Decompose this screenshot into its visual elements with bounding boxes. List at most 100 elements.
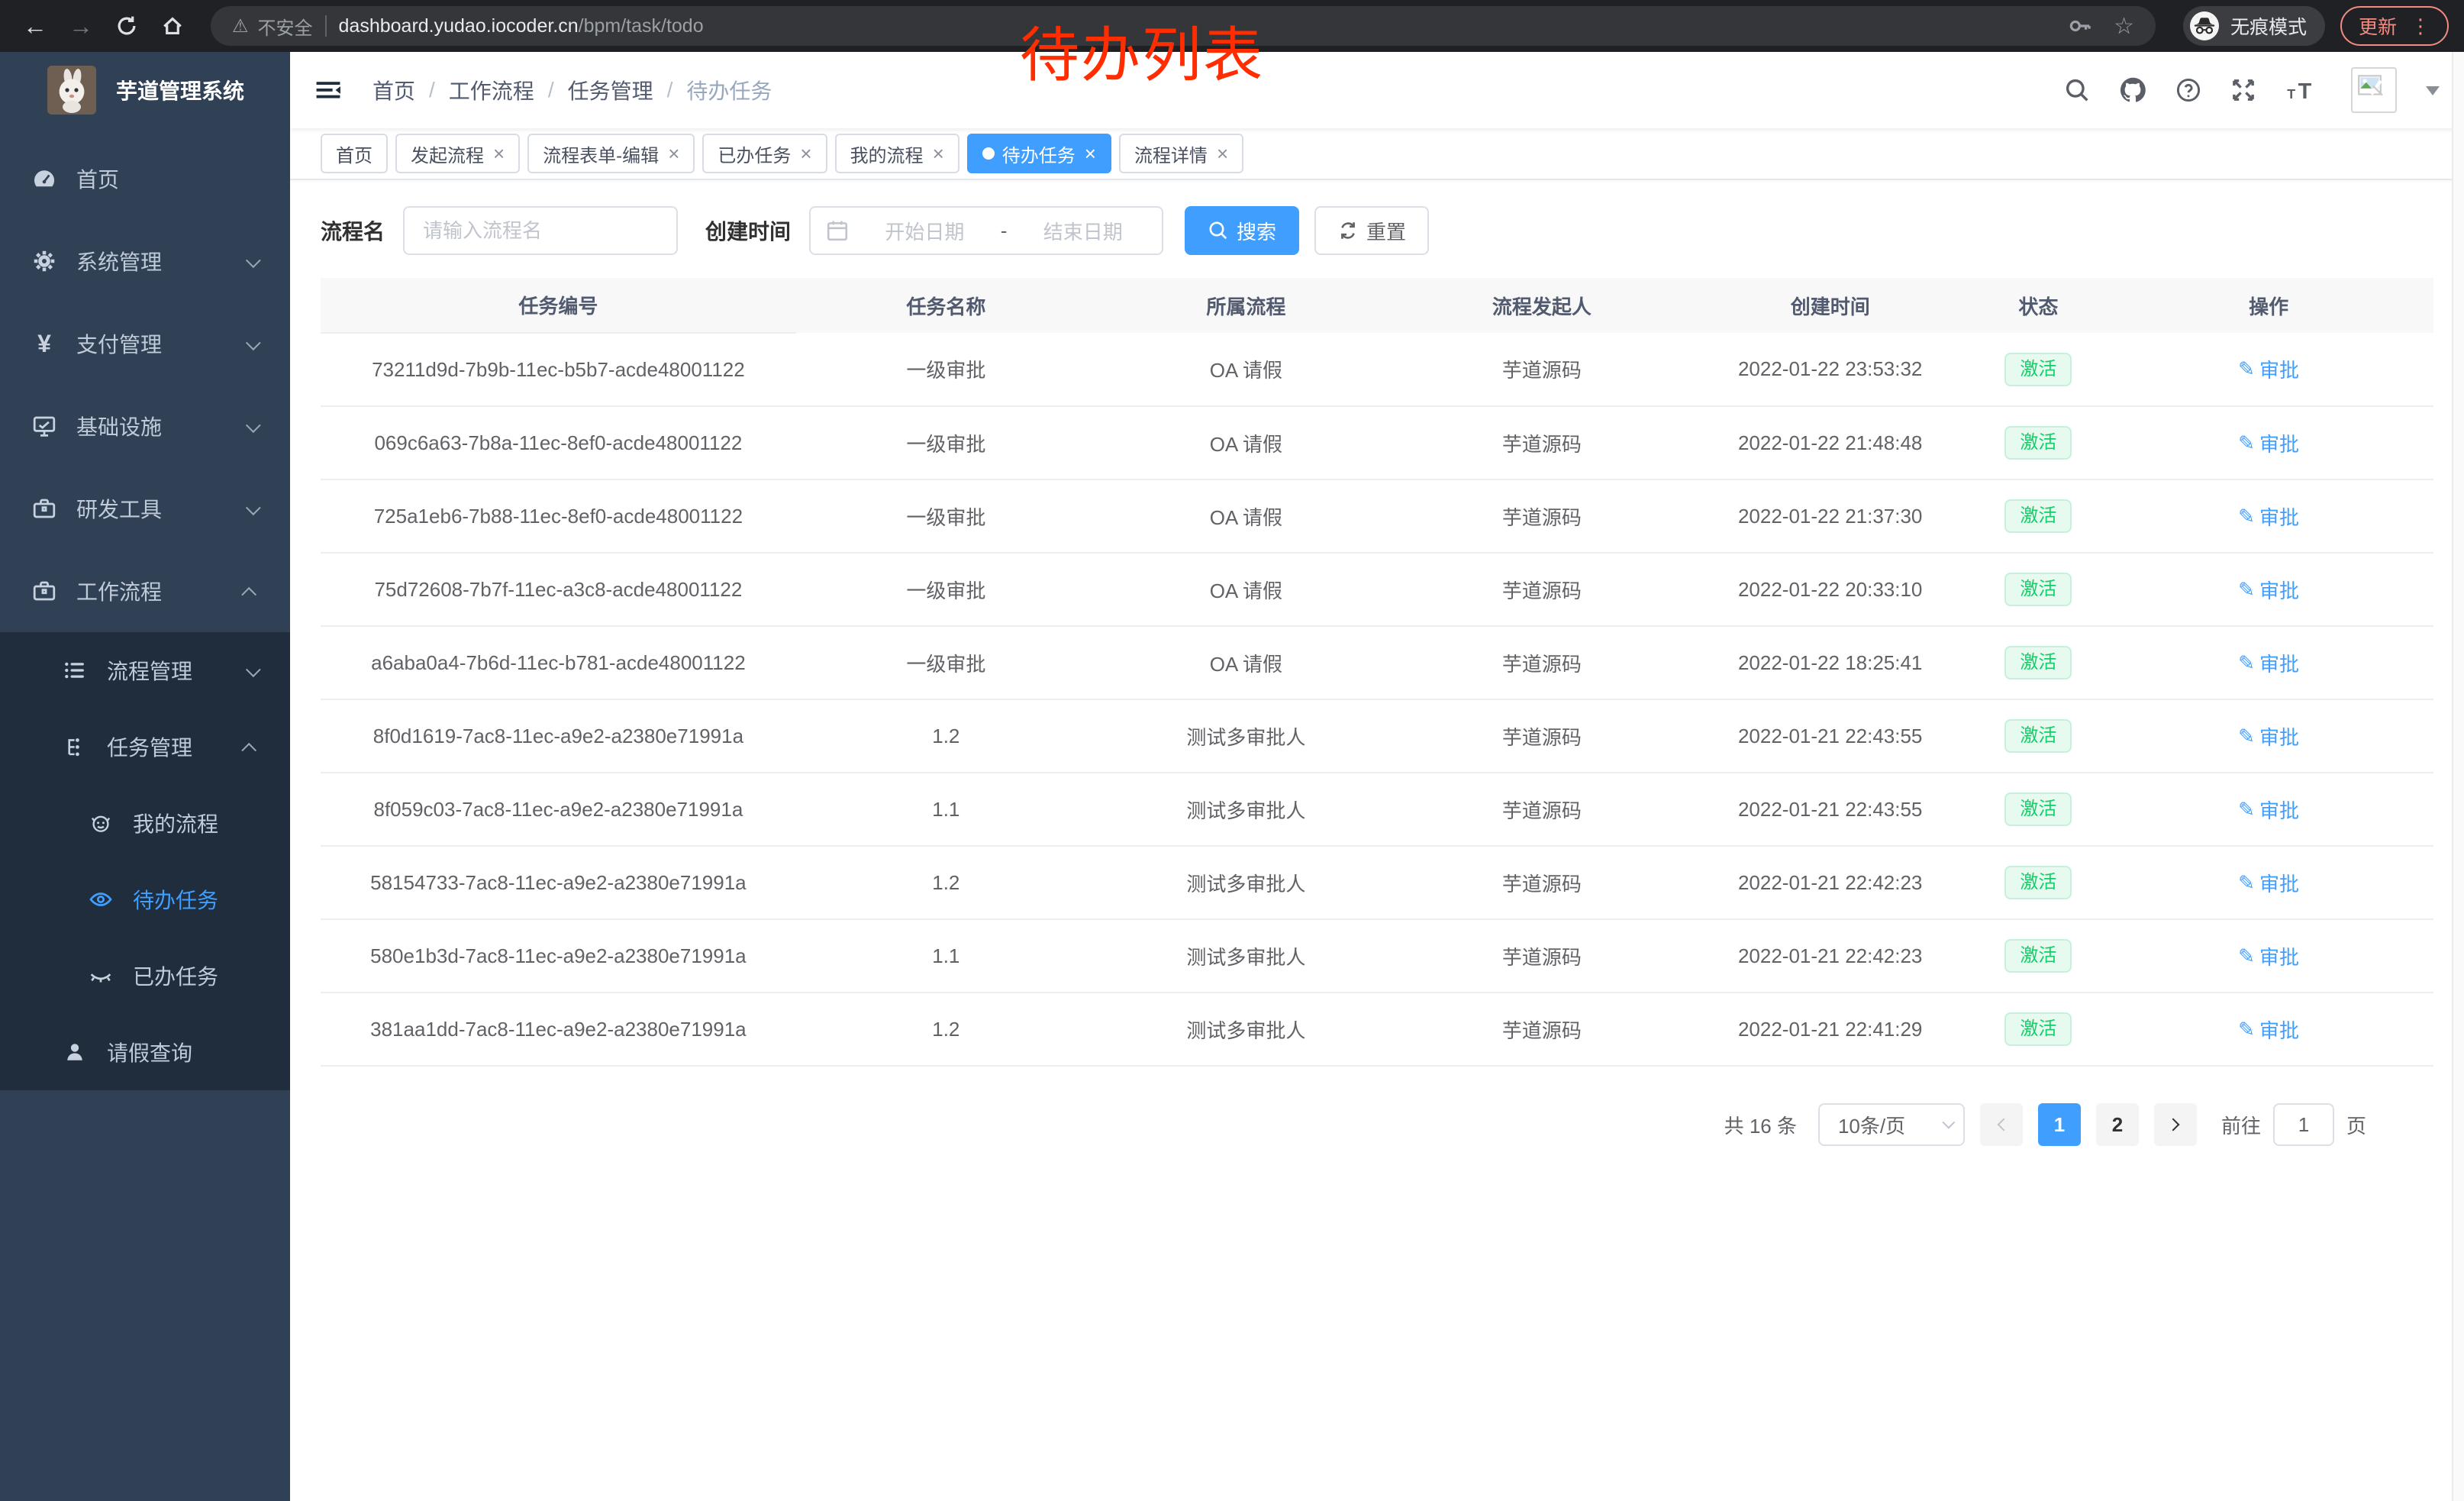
filter-form: 流程名 创建时间 开始日期 - 结束日期 搜索 重 — [321, 206, 2433, 255]
chevron-down-icon — [246, 414, 256, 438]
task-name: 1.2 — [796, 993, 1096, 1066]
approve-button[interactable]: ✎审批 — [2238, 576, 2299, 604]
broken-image-icon — [2357, 73, 2391, 107]
close-icon[interactable]: × — [800, 144, 811, 163]
svg-text:T: T — [2298, 79, 2312, 103]
help-button[interactable] — [2175, 77, 2201, 103]
tab-done-tasks[interactable]: 已办任务× — [702, 134, 827, 173]
tab-my-processes[interactable]: 我的流程× — [835, 134, 959, 173]
avatar-caret-icon[interactable] — [2426, 86, 2440, 102]
task-id: 8f059c03-7ac8-11ec-a9e2-a2380e71991a — [321, 773, 796, 846]
close-icon[interactable]: × — [933, 144, 944, 163]
task-name: 一级审批 — [796, 333, 1096, 406]
task-time: 2022-01-22 21:37:30 — [1688, 479, 1973, 553]
browser-menu-icon[interactable]: ⋮ — [2411, 16, 2430, 36]
table-row: a6aba0a4-7b6d-11ec-b781-acde48001122 一级审… — [321, 626, 2433, 699]
breadcrumb-current: 待办任务 — [686, 75, 772, 105]
font-size-icon: TT — [2285, 77, 2316, 103]
sidebar-item-infrastructure[interactable]: 基础设施 — [0, 385, 290, 467]
search-button[interactable] — [2064, 77, 2090, 103]
close-icon[interactable]: × — [1085, 144, 1096, 163]
col-status: 状态 — [1973, 278, 2104, 333]
breadcrumb-workflow: 工作流程 — [449, 75, 534, 105]
task-id: 8f0d1619-7ac8-11ec-a9e2-a2380e71991a — [321, 699, 796, 773]
tab-todo-tasks[interactable]: 待办任务× — [967, 134, 1111, 173]
approve-button[interactable]: ✎审批 — [2238, 429, 2299, 457]
page-button-1[interactable]: 1 — [2038, 1103, 2081, 1146]
sidebar-item-my-processes[interactable]: 我的流程 — [0, 785, 290, 861]
pen-icon: ✎ — [2238, 578, 2255, 602]
approve-button[interactable]: ✎审批 — [2238, 942, 2299, 970]
approve-button[interactable]: ✎审批 — [2238, 869, 2299, 897]
goto-page-input[interactable] — [2273, 1103, 2334, 1146]
col-create-time: 创建时间 — [1688, 278, 1973, 333]
tab-home[interactable]: 首页 — [321, 134, 388, 173]
close-icon[interactable]: × — [493, 144, 505, 163]
task-starter: 芋道源码 — [1396, 626, 1688, 699]
table-row: 725a1eb6-7b88-11ec-8ef0-acde48001122 一级审… — [321, 479, 2433, 553]
sidebar-item-payment[interactable]: ¥ 支付管理 — [0, 302, 290, 385]
page-url: dashboard.yudao.iocoder.cn/bpm/task/todo — [339, 15, 704, 37]
sidebar-item-devtools[interactable]: 研发工具 — [0, 467, 290, 550]
task-time: 2022-01-21 22:42:23 — [1688, 846, 1973, 919]
process-name-input[interactable] — [403, 206, 678, 255]
prev-page-button[interactable] — [1980, 1103, 2023, 1146]
github-button[interactable] — [2119, 76, 2146, 104]
browser-home-button[interactable] — [153, 6, 192, 46]
approve-button[interactable]: ✎审批 — [2238, 722, 2299, 750]
workflow-submenu: 流程管理 任务管理 我的流程 — [0, 632, 290, 1090]
fullscreen-button[interactable] — [2230, 77, 2256, 103]
tab-start-process[interactable]: 发起流程× — [395, 134, 520, 173]
table-row: 75d72608-7b7f-11ec-a3c8-acde48001122 一级审… — [321, 553, 2433, 626]
close-icon[interactable]: × — [1217, 144, 1228, 163]
reset-button[interactable]: 重置 — [1314, 206, 1429, 255]
approve-button[interactable]: ✎审批 — [2238, 502, 2299, 531]
sidebar-collapse-button[interactable] — [311, 73, 345, 107]
task-time: 2022-01-22 18:25:41 — [1688, 626, 1973, 699]
task-id: 381aa1dd-7ac8-11ec-a9e2-a2380e71991a — [321, 993, 796, 1066]
sidebar-item-process-management[interactable]: 流程管理 — [0, 632, 290, 709]
approve-button[interactable]: ✎审批 — [2238, 1015, 2299, 1044]
page-button-2[interactable]: 2 — [2096, 1103, 2139, 1146]
tab-process-detail[interactable]: 流程详情× — [1119, 134, 1243, 173]
font-size-button[interactable]: TT — [2285, 77, 2316, 103]
next-page-button[interactable] — [2154, 1103, 2197, 1146]
pen-icon: ✎ — [2238, 944, 2255, 968]
bookmark-star-icon[interactable]: ☆ — [2114, 13, 2134, 40]
incognito-icon — [2189, 11, 2220, 41]
user-avatar[interactable] — [2351, 67, 2397, 113]
approve-button[interactable]: ✎审批 — [2238, 796, 2299, 824]
app-title: 芋道管理系统 — [116, 75, 244, 105]
sidebar-item-todo-tasks[interactable]: 待办任务 — [0, 861, 290, 938]
robot-icon — [87, 812, 114, 834]
address-bar[interactable]: ⚠ 不安全 dashboard.yudao.iocoder.cn/bpm/tas… — [211, 6, 2156, 46]
sidebar-item-task-management[interactable]: 任务管理 — [0, 709, 290, 785]
app-logo[interactable]: 芋道管理系统 — [0, 52, 290, 128]
task-starter: 芋道源码 — [1396, 773, 1688, 846]
sidebar-item-system[interactable]: 系统管理 — [0, 220, 290, 302]
page-size-select[interactable]: 10条/页 — [1818, 1103, 1965, 1146]
approve-button[interactable]: ✎审批 — [2238, 649, 2299, 677]
approve-button[interactable]: ✎审批 — [2238, 355, 2299, 383]
browser-forward-button[interactable]: → — [61, 6, 101, 46]
sidebar-item-leave-query[interactable]: 请假查询 — [0, 1014, 290, 1090]
task-time: 2022-01-21 22:42:23 — [1688, 919, 1973, 993]
browser-update-button[interactable]: 更新 ⋮ — [2340, 6, 2449, 46]
page-content: 流程名 创建时间 开始日期 - 结束日期 搜索 重 — [290, 180, 2464, 1501]
date-range-picker[interactable]: 开始日期 - 结束日期 — [809, 206, 1163, 255]
sidebar-item-done-tasks[interactable]: 已办任务 — [0, 938, 290, 1014]
browser-back-button[interactable]: ← — [15, 6, 55, 46]
scrollbar[interactable] — [2452, 52, 2464, 1501]
tags-view-bar: 首页 发起流程× 流程表单-编辑× 已办任务× 我的流程× 待办任务× 流程详情… — [290, 128, 2464, 180]
sidebar-item-home[interactable]: 首页 — [0, 137, 290, 220]
breadcrumb-home[interactable]: 首页 — [373, 75, 415, 105]
search-submit-button[interactable]: 搜索 — [1185, 206, 1299, 255]
security-label: 不安全 — [258, 13, 313, 40]
toolbox-icon — [31, 496, 58, 521]
close-icon[interactable]: × — [668, 144, 679, 163]
tab-process-form-edit[interactable]: 流程表单-编辑× — [527, 134, 695, 173]
browser-reload-button[interactable] — [107, 6, 147, 46]
key-icon[interactable] — [2068, 14, 2092, 38]
sidebar-item-workflow[interactable]: 工作流程 — [0, 550, 290, 632]
task-name: 一级审批 — [796, 406, 1096, 479]
